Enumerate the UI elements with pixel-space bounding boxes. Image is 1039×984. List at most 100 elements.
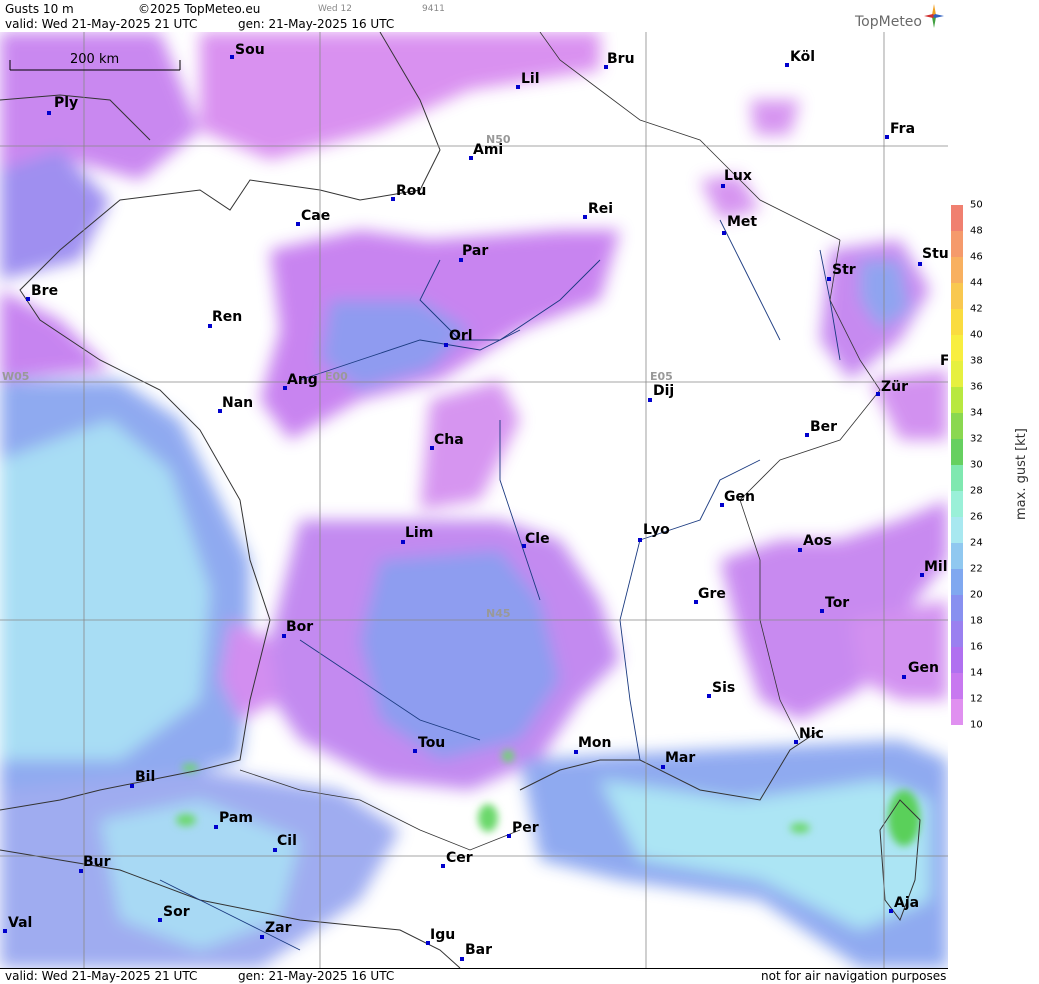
colorbar-segment [951, 491, 963, 517]
colorbar-segment [951, 595, 963, 621]
city-dot [889, 909, 893, 913]
city-dot [918, 262, 922, 266]
city-label: Str [832, 262, 856, 278]
city-dot [158, 918, 162, 922]
city-dot [794, 740, 798, 744]
city-dot [441, 864, 445, 868]
city-label: Rei [588, 201, 614, 217]
city-label: Köl [790, 49, 816, 65]
map-header: Gusts 10 m ©2025 TopMeteo.eu Wed 12 9411… [0, 0, 948, 33]
city-label: Sis [712, 680, 736, 696]
legend-title: max. gust [kt] [1014, 428, 1029, 520]
city-label: Aos [803, 533, 832, 549]
city-label: Cae [301, 208, 331, 224]
city-dot [583, 215, 587, 219]
city-dot [516, 85, 520, 89]
city-label: Nan [222, 395, 254, 411]
gust-map: 200 km N50 N45 W05 E00 E05 Sou Bru Köl L… [0, 32, 949, 968]
footer-valid: valid: Wed 21-May-2025 21 UTC [5, 969, 198, 983]
colorbar-segment [951, 361, 963, 387]
city-dot [391, 197, 395, 201]
city-label: Ply [54, 95, 79, 111]
colorbar-segment [951, 257, 963, 283]
colorbar-tick-label: 32 [970, 433, 983, 445]
city-dot [902, 675, 906, 679]
footer-disclaimer: not for air navigation purposes [761, 969, 947, 983]
city-label: Orl [449, 328, 473, 344]
colorbar-tick-label: 42 [970, 303, 983, 315]
city-label: Ren [212, 309, 243, 325]
city-dot [885, 135, 889, 139]
colorbar-tick-label: 14 [970, 667, 983, 679]
city-dot [214, 825, 218, 829]
city-dot [648, 398, 652, 402]
city-dot [798, 548, 802, 552]
colorbar-segment [951, 335, 963, 361]
city-dot [707, 694, 711, 698]
colorbar-tick-label: 16 [970, 641, 983, 653]
footer-gen: gen: 21-May-2025 16 UTC [238, 969, 395, 983]
compass-logo-icon [924, 4, 944, 28]
colorbar-segment [951, 621, 963, 647]
city-dot [296, 222, 300, 226]
city-dot [413, 749, 417, 753]
city-dot [460, 957, 464, 961]
city-dot [722, 231, 726, 235]
colorbar-tick-label: 48 [970, 225, 983, 237]
city-label: Fra [890, 121, 916, 137]
colorbar-tick-label: 38 [970, 355, 983, 367]
grid-label: W05 [2, 370, 30, 383]
colorbar-segment [951, 231, 963, 257]
city-label: Gen [908, 660, 939, 676]
city-label: Gen [724, 489, 755, 505]
city-label: Cer [446, 850, 473, 866]
copyright: ©2025 TopMeteo.eu [138, 2, 261, 16]
gen-time: gen: 21-May-2025 16 UTC [238, 17, 395, 31]
colorbar-tick-label: 40 [970, 329, 983, 341]
city-label: Pam [219, 810, 253, 826]
city-dot [827, 277, 831, 281]
city-dot [876, 392, 880, 396]
colorbar-segment [951, 465, 963, 491]
colorbar-tick-label: 12 [970, 693, 983, 705]
colorbar-segment [951, 439, 963, 465]
city-label: Val [8, 915, 33, 931]
city-label: Stu [922, 246, 949, 262]
city-label: Cha [434, 432, 464, 448]
grid-label: E00 [325, 370, 348, 383]
city-label: Gre [698, 586, 726, 602]
colorbar-segment [951, 569, 963, 595]
colorbar-tick-label: 18 [970, 615, 983, 627]
city-dot [820, 609, 824, 613]
city-dot [638, 538, 642, 542]
city-label: Bil [135, 769, 156, 785]
city-dot [721, 184, 725, 188]
colorbar-segment [951, 517, 963, 543]
city-dot [260, 935, 264, 939]
colorbar-segment [951, 387, 963, 413]
city-label: Aja [894, 895, 920, 911]
city-label: Per [512, 820, 539, 836]
city-label: Ber [810, 419, 838, 435]
city-label: Lim [405, 525, 434, 541]
colorbar-tick-label: 44 [970, 277, 983, 289]
colorbar-segment [951, 413, 963, 439]
city-label: Tor [825, 595, 850, 611]
city-dot [507, 834, 511, 838]
city-label: Dij [653, 383, 675, 399]
city-label: Bre [31, 283, 59, 299]
grid-label: N45 [486, 607, 511, 620]
code-label: 9411 [422, 4, 445, 14]
city-label: Lux [724, 168, 752, 184]
product-title: Gusts 10 m [5, 2, 74, 16]
colorbar-segment [951, 647, 963, 673]
city-label: Met [727, 214, 758, 230]
city-label: Bar [465, 942, 493, 958]
city-dot [805, 433, 809, 437]
city-label: Zür [881, 379, 909, 395]
city-dot [785, 63, 789, 67]
city-label: Ang [287, 372, 318, 388]
colorbar-segment [951, 309, 963, 335]
colorbar-tick-label: 24 [970, 537, 983, 549]
brand-logo-text: TopMeteo [855, 14, 922, 30]
